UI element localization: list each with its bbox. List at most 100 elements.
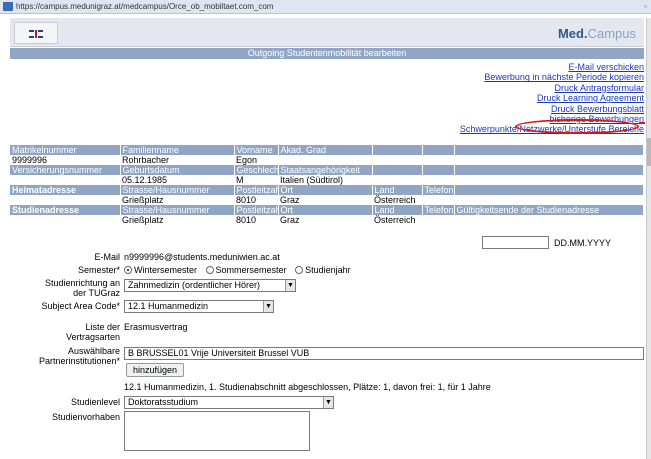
radio-selected-icon [124, 266, 132, 274]
table-row: Grießplatz 8010 Graz Österreich [10, 195, 644, 205]
medcampus-logo: Med.Campus [557, 26, 636, 41]
studienlevel-label: Studienlevel [70, 397, 120, 407]
table-cell: Grießplatz [122, 195, 164, 205]
radio-icon [295, 266, 304, 274]
table-cell: Graz [280, 215, 300, 225]
table-cell [454, 195, 644, 205]
col-header: Strasse/Hausnummer [120, 185, 235, 195]
print-application-form-link[interactable]: Druck Antragsformular [460, 83, 644, 93]
copy-application-link[interactable]: Bewerbung in nächste Periode kopieren [460, 72, 644, 82]
col-header: Telefon [422, 185, 455, 195]
partner-label: Auswählbare Partnerinstitutionen* [38, 346, 120, 366]
col-header [422, 145, 455, 155]
uk-flag-cross [35, 30, 37, 38]
table-cell [10, 175, 120, 185]
table-cell [454, 175, 644, 185]
language-switch-button[interactable] [14, 22, 58, 44]
table-cell [422, 155, 454, 165]
table-cell [422, 195, 454, 205]
col-header: Ort [278, 205, 373, 215]
table-cell [372, 175, 422, 185]
table-cell: Österreich [374, 215, 416, 225]
page-favicon-icon [3, 2, 13, 11]
col-header: Ort [278, 185, 373, 195]
url-text: https://campus.medunigraz.at/medcampus/O… [16, 2, 274, 11]
col-header: Geburtsdatum [120, 165, 235, 175]
studienvorhaben-label: Studienvorhaben [51, 412, 120, 422]
address-valid-until-input[interactable] [482, 236, 549, 249]
table-cell: Österreich [374, 195, 416, 205]
semester-radio-group: Wintersemester Sommersemester Studienjah… [124, 265, 351, 275]
semester-option-year[interactable]: Studienjahr [295, 265, 351, 275]
page-scrollbar[interactable] [646, 18, 651, 459]
col-header [454, 185, 644, 195]
browser-address-bar[interactable]: https://campus.medunigraz.at/medcampus/O… [0, 0, 651, 14]
col-header: Matrikelnummer [10, 145, 121, 155]
semester-label: Semester* [77, 265, 120, 275]
partner-institution-select[interactable]: B BRUSSEL01 Vrije Universiteit Brussel V… [124, 347, 644, 360]
col-header: Gültigkeitsende der Studienadresse [454, 205, 644, 215]
section-header: Studienadresse [10, 205, 121, 215]
col-header: Postleitzahl [234, 205, 279, 215]
col-header [372, 145, 423, 155]
window-corner-icon: ▫ [644, 2, 647, 11]
col-header: Versicherungsnummer [10, 165, 121, 175]
table-cell: 9999996 [12, 155, 48, 165]
studienvorhaben-textarea[interactable] [124, 411, 310, 451]
email-value: n9999996@students.meduniwien.ac.at [124, 252, 280, 262]
chevron-down-icon: ▼ [285, 280, 295, 291]
table-cell [372, 155, 422, 165]
studienlevel-select[interactable]: Doktoratsstudium ▼ [124, 396, 334, 409]
col-header: Telefon [422, 205, 455, 215]
col-header [372, 165, 423, 175]
col-header: Akad. Grad [278, 145, 373, 155]
table-cell: Italien (Südtirol) [280, 175, 344, 185]
semester-option-summer[interactable]: Sommersemester [205, 265, 287, 275]
scrollbar-thumb[interactable] [647, 138, 651, 166]
col-header [454, 145, 644, 155]
table-cell [278, 155, 372, 165]
vertragsarten-value: Erasmusvertrag [124, 322, 188, 332]
col-header: Vorname [234, 145, 279, 155]
email-label: E-Mail [94, 252, 120, 262]
table-cell: Graz [280, 195, 300, 205]
semester-option-winter[interactable]: Wintersemester [124, 265, 197, 275]
table-cell: Egon [236, 155, 258, 165]
table-cell [422, 175, 454, 185]
table-row: 9999996 Rohrbacher Egon [10, 155, 644, 165]
print-application-sheet-link[interactable]: Druck Bewerbungsblatt [460, 104, 644, 114]
studienrichtung-select[interactable]: Zahnmedizin (ordentlicher Hörer) ▼ [124, 279, 296, 292]
page-content: Med.Campus Outgoing Studentenmobilität b… [10, 18, 645, 459]
col-header: Postleitzahl [234, 185, 279, 195]
subject-area-select[interactable]: 12.1 Humanmedizin ▼ [124, 300, 274, 313]
highlight-circle [515, 119, 639, 134]
table-row: Grießplatz 8010 Graz Österreich [10, 215, 644, 225]
app-header: Med.Campus [10, 18, 644, 47]
subject-area-label: Subject Area Code* [41, 301, 120, 311]
table-cell [454, 155, 644, 165]
table-cell [454, 215, 644, 225]
chevron-down-icon: ▼ [263, 301, 273, 312]
col-header: Familienname [120, 145, 235, 155]
vertragsarten-label: Liste der Vertragsarten [65, 322, 120, 342]
col-header: Strasse/Hausnummer [120, 205, 235, 215]
studienrichtung-label: Studienrichtung an der TUGraz [44, 278, 120, 298]
col-header: Land [372, 185, 423, 195]
section-header: Heimatadresse [10, 185, 121, 195]
table-cell [422, 215, 454, 225]
page-title: Outgoing Studentenmobilität bearbeiten [10, 48, 644, 59]
person-table: Matrikelnummer Familienname Vorname Akad… [10, 145, 644, 225]
radio-icon [205, 266, 214, 274]
col-header: Staatsangehörigkeit [278, 165, 373, 175]
table-cell [10, 215, 120, 225]
partner-info-text: 12.1 Humanmedizin, 1. Studienabschnitt a… [124, 382, 491, 392]
table-cell: Grießplatz [122, 215, 164, 225]
print-learning-agreement-link[interactable]: Druck Learning Agreement [460, 93, 644, 103]
add-partner-button[interactable]: hinzufügen [126, 363, 185, 377]
table-cell: 8010 [236, 215, 257, 225]
email-send-link[interactable]: E-Mail verschicken [460, 62, 644, 72]
col-header: Land [372, 205, 423, 215]
col-header [454, 165, 644, 175]
table-cell [10, 195, 120, 205]
col-header: Geschlecht [234, 165, 279, 175]
